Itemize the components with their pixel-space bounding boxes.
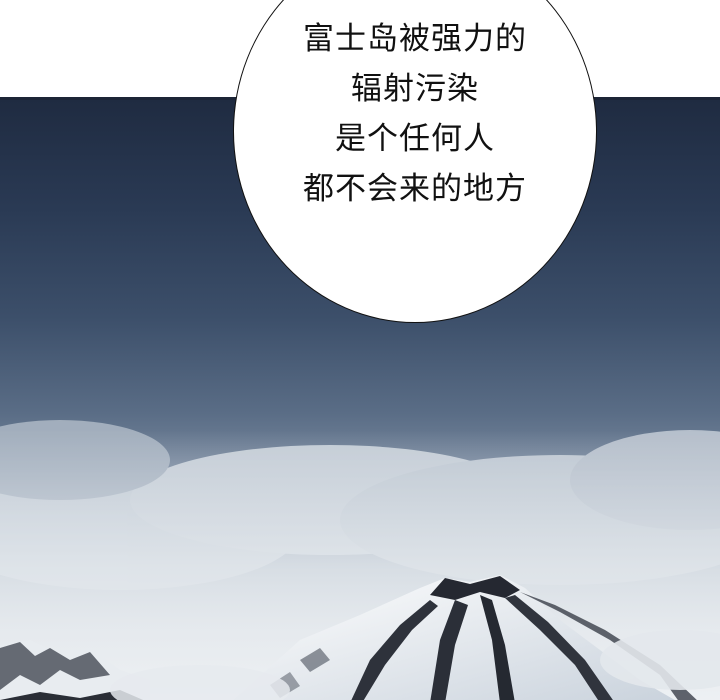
speech-bubble-text: 富士岛被强力的 辐射污染 是个任何人 都不会来的地方: [234, 14, 596, 214]
comic-page: 富士岛被强力的 辐射污染 是个任何人 都不会来的地方: [0, 0, 720, 700]
speech-line-1: 富士岛被强力的: [303, 21, 527, 57]
speech-line-3: 是个任何人: [335, 121, 495, 157]
speech-line-4: 都不会来的地方: [303, 171, 527, 207]
speech-line-2: 辐射污染: [351, 71, 479, 107]
